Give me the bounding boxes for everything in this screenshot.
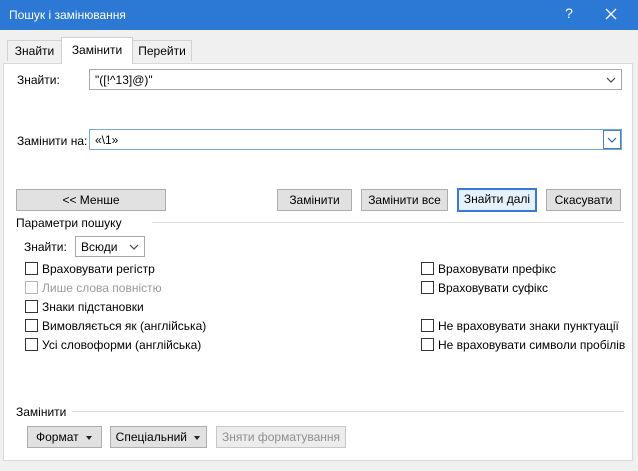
- chevron-down-icon: [606, 77, 616, 83]
- close-button[interactable]: [600, 3, 622, 25]
- match-case-label: Враховувати регістр: [42, 262, 155, 276]
- replace-button[interactable]: Замінити: [277, 189, 352, 211]
- caret-down-icon: [85, 435, 92, 440]
- chevron-down-icon: [607, 137, 617, 143]
- match-suffix-checkbox[interactable]: [421, 281, 434, 294]
- title-bar: Пошук і замінювання ?: [0, 0, 638, 30]
- tab-replace[interactable]: Замінити: [61, 37, 133, 64]
- find-value: "([!^13]@)": [95, 73, 153, 87]
- special-button[interactable]: Спеціальний: [110, 426, 207, 448]
- wildcards-checkbox[interactable]: [25, 300, 38, 313]
- search-direction-select[interactable]: Всюди: [75, 236, 145, 257]
- ignore-punctuation-label: Не враховувати знаки пунктуації: [438, 319, 619, 333]
- match-case-checkbox[interactable]: [25, 262, 38, 275]
- find-next-button[interactable]: Знайти далі: [457, 188, 537, 212]
- search-direction-value: Всюди: [81, 240, 118, 254]
- less-button[interactable]: << Менше: [16, 189, 166, 211]
- chevron-down-icon: [129, 244, 139, 250]
- replace-input[interactable]: «\1»: [89, 129, 622, 150]
- match-suffix-label: Враховувати суфікс: [438, 281, 548, 295]
- find-input[interactable]: "([!^13]@)": [89, 69, 622, 90]
- wildcards-label: Знаки підстановки: [42, 300, 144, 314]
- special-button-label: Спеціальний: [115, 430, 187, 444]
- tab-goto[interactable]: Перейти: [132, 40, 192, 61]
- cancel-button[interactable]: Скасувати: [546, 189, 621, 211]
- ignore-punctuation-checkbox[interactable]: [421, 319, 434, 332]
- format-button[interactable]: Формат: [27, 426, 102, 448]
- find-replace-dialog: Пошук і замінювання ? Знайти Замінити Пе…: [0, 0, 638, 471]
- tab-find[interactable]: Знайти: [7, 40, 62, 61]
- replace-section-heading: Замінити: [16, 405, 67, 419]
- ignore-whitespace-checkbox[interactable]: [421, 338, 434, 351]
- caret-down-icon: [194, 435, 201, 440]
- replace-dropdown[interactable]: [603, 130, 621, 149]
- all-word-forms-checkbox[interactable]: [25, 338, 38, 351]
- no-formatting-button[interactable]: Зняти форматування: [216, 426, 346, 448]
- close-icon: [605, 8, 617, 20]
- help-button[interactable]: ?: [562, 5, 576, 21]
- tab-strip: Знайти Замінити Перейти: [0, 30, 638, 64]
- search-options-heading: Параметри пошуку: [16, 216, 122, 230]
- find-label: Знайти:: [17, 73, 60, 87]
- replace-section-divider: [72, 411, 624, 412]
- format-button-label: Формат: [36, 430, 79, 444]
- ignore-whitespace-label: Не враховувати символи пробілів: [438, 338, 626, 352]
- whole-words-checkbox[interactable]: [25, 281, 38, 294]
- replace-value: «\1»: [95, 133, 119, 147]
- sounds-like-label: Вимовляється як (англійська): [42, 319, 207, 333]
- all-word-forms-label: Усі словоформи (англійська): [42, 338, 202, 352]
- window-title: Пошук і замінювання: [9, 8, 126, 22]
- match-prefix-label: Враховувати префікс: [438, 262, 556, 276]
- whole-words-label: Лише слова повністю: [42, 281, 162, 295]
- search-direction-label: Знайти:: [24, 240, 67, 254]
- replace-label: Замінити на:: [17, 134, 88, 148]
- match-prefix-checkbox[interactable]: [421, 262, 434, 275]
- search-options-divider: [152, 222, 624, 223]
- find-dropdown[interactable]: [603, 70, 621, 89]
- sounds-like-checkbox[interactable]: [25, 319, 38, 332]
- replace-all-button[interactable]: Замінити все: [361, 189, 448, 211]
- search-direction-dropdown[interactable]: [126, 237, 144, 256]
